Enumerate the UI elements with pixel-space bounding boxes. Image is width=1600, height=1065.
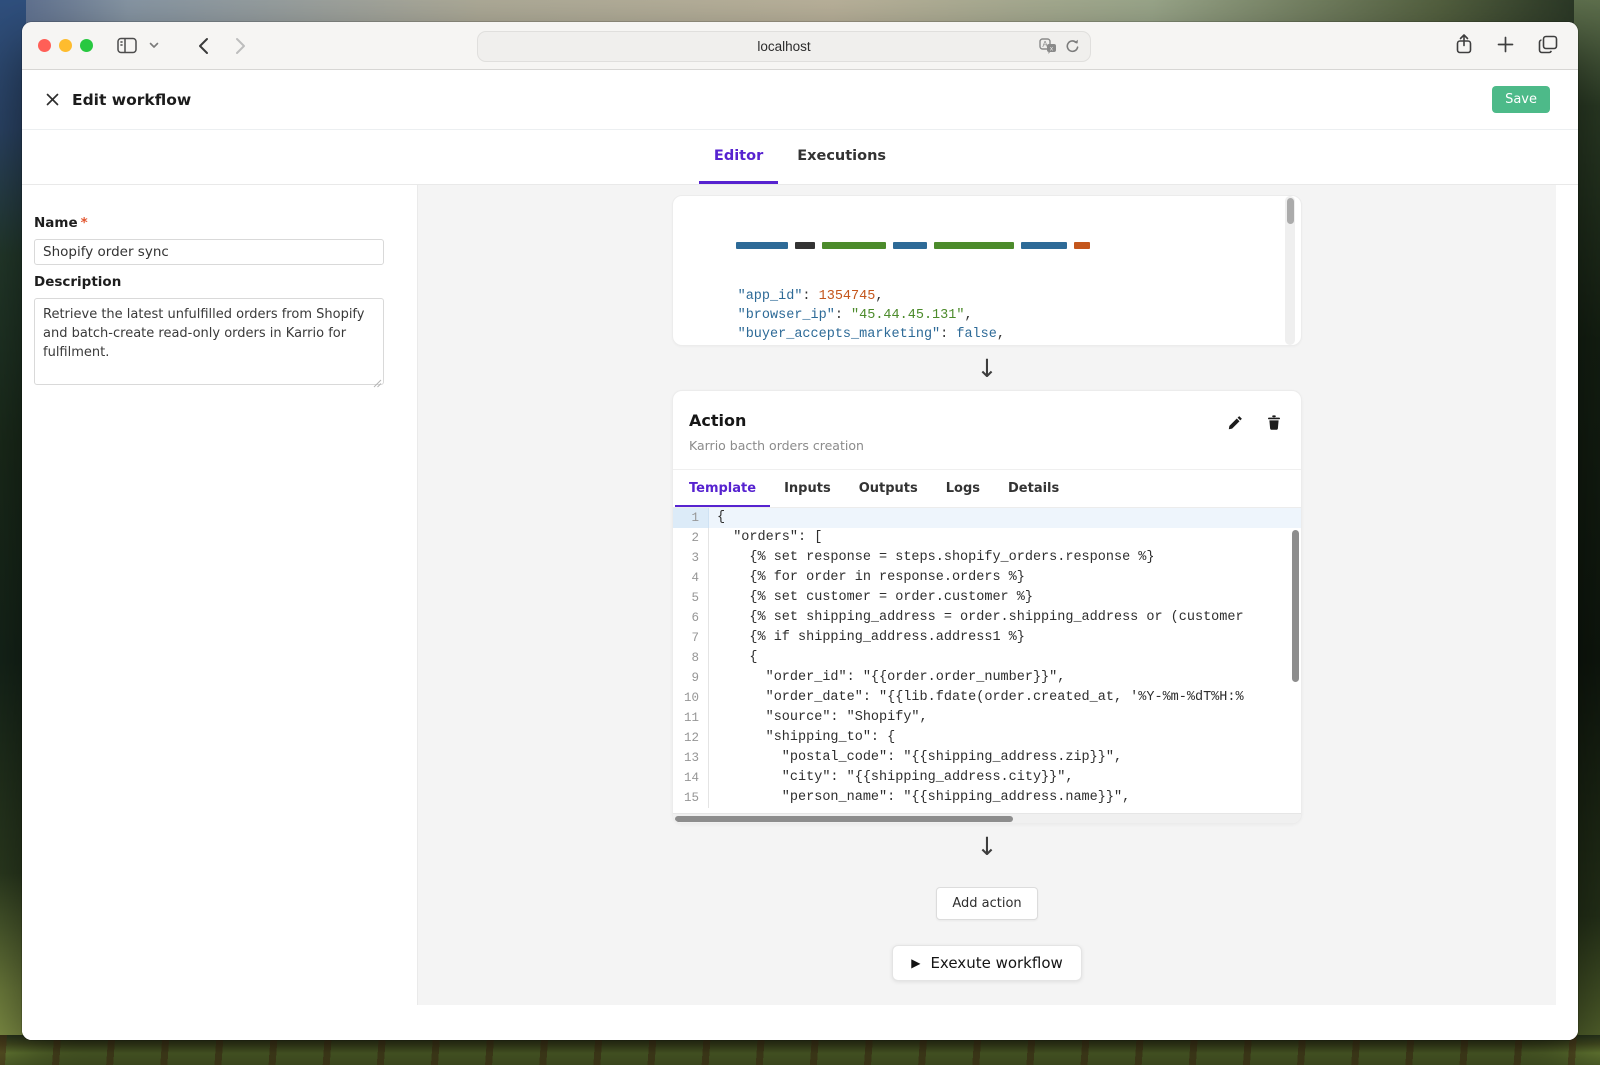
workflow-form-panel: Name* Description Retrieve the latest un… (22, 185, 417, 1005)
page-tabs: Editor Executions (22, 130, 1578, 185)
editor-code-line[interactable]: 10 "order_date": "{{lib.fdate(order.crea… (673, 688, 1301, 708)
sidebar-chevron-down-icon[interactable] (143, 31, 165, 61)
editor-line-number: 10 (673, 688, 709, 708)
editor-code-line[interactable]: 2 "orders": [ (673, 528, 1301, 548)
close-workflow-icon[interactable] (38, 86, 66, 114)
editor-line-number: 3 (673, 548, 709, 568)
editor-code-line[interactable]: 7 {% if shipping_address.address1 %} (673, 628, 1301, 648)
edit-action-icon[interactable] (1226, 413, 1244, 431)
trigger-response-card[interactable]: "app_id": 1354745, "browser_ip": "45.44.… (672, 195, 1302, 346)
share-icon[interactable] (1455, 33, 1473, 59)
sidebar-toggle-icon[interactable] (111, 31, 143, 61)
response-code-line: "buyer_accepts_marketing": false, (689, 325, 1301, 344)
editor-line-number: 2 (673, 528, 709, 548)
action-card-header: Action Karrio bacth orders creation (673, 391, 1301, 469)
delete-action-icon[interactable] (1265, 413, 1283, 431)
editor-line-number: 11 (673, 708, 709, 728)
editor-line-number: 14 (673, 768, 709, 788)
action-tab-details[interactable]: Details (994, 470, 1073, 507)
editor-code-line[interactable]: 8 { (673, 648, 1301, 668)
minimize-window-button[interactable] (59, 39, 72, 52)
browser-toolbar: localhost Ax (22, 22, 1578, 70)
browser-window: localhost Ax (22, 22, 1578, 1040)
workflow-canvas: "app_id": 1354745, "browser_ip": "45.44.… (417, 185, 1556, 1005)
add-action-button[interactable]: Add action (936, 887, 1037, 920)
action-tab-logs[interactable]: Logs (932, 470, 994, 507)
editor-code-line[interactable]: 3 {% set response = steps.shopify_orders… (673, 548, 1301, 568)
flow-arrow-down-icon: ↓ (977, 824, 998, 868)
address-bar-url: localhost (757, 39, 810, 54)
editor-code-line[interactable]: 11 "source": "Shopify", (673, 708, 1301, 728)
editor-line-number: 7 (673, 628, 709, 648)
workflow-header: Edit workflow Save (22, 70, 1578, 130)
response-code-line: "browser_ip": "45.44.45.131", (689, 306, 1301, 325)
editor-code-line[interactable]: 12 "shipping_to": { (673, 728, 1301, 748)
description-textarea[interactable]: Retrieve the latest unfulfilled orders f… (34, 298, 384, 385)
editor-line-number: 13 (673, 748, 709, 768)
tab-overview-icon[interactable] (1538, 35, 1558, 58)
page-title: Edit workflow (72, 91, 191, 109)
traffic-lights (38, 39, 93, 52)
address-bar[interactable]: localhost Ax (477, 31, 1091, 62)
textarea-resize-handle[interactable] (373, 373, 382, 382)
desktop-wallpaper: localhost Ax (0, 0, 1600, 1065)
editor-main: Name* Description Retrieve the latest un… (22, 185, 1578, 1040)
editor-line-number: 5 (673, 588, 709, 608)
editor-code-line[interactable]: 14 "city": "{{shipping_address.city}}", (673, 768, 1301, 788)
tab-executions[interactable]: Executions (782, 130, 901, 184)
action-tab-template[interactable]: Template (675, 470, 770, 507)
editor-line-number: 8 (673, 648, 709, 668)
editor-line-number: 12 (673, 728, 709, 748)
editor-line-number: 1 (673, 508, 709, 528)
flow-arrow-down-icon: ↓ (977, 346, 998, 390)
editor-code-line[interactable]: 4 {% for order in response.orders %} (673, 568, 1301, 588)
workflow-app: Edit workflow Save Editor Executions Nam… (22, 70, 1578, 1040)
action-tab-inputs[interactable]: Inputs (770, 470, 845, 507)
back-button-icon[interactable] (191, 31, 215, 61)
action-tab-outputs[interactable]: Outputs (845, 470, 932, 507)
editor-code-line[interactable]: 9 "order_id": "{{order.order_number}}", (673, 668, 1301, 688)
reload-icon[interactable] (1065, 39, 1080, 57)
name-input[interactable] (34, 239, 384, 265)
editor-vertical-scrollbar[interactable] (1292, 530, 1299, 682)
editor-code-line[interactable]: 5 {% set customer = order.customer %} (673, 588, 1301, 608)
new-tab-icon[interactable] (1497, 36, 1514, 57)
template-code-editor[interactable]: 1{2 "orders": [3 {% set response = steps… (673, 508, 1301, 813)
action-subtitle: Karrio bacth orders creation (689, 438, 1285, 453)
editor-line-number: 15 (673, 788, 709, 808)
response-code-line: "app_id": 1354745, (689, 287, 1301, 306)
name-label: Name* (34, 215, 405, 231)
response-scrollbar[interactable] (1285, 196, 1295, 345)
description-label: Description (34, 274, 405, 290)
translate-icon[interactable]: Ax (1039, 38, 1057, 57)
close-window-button[interactable] (38, 39, 51, 52)
zoom-window-button[interactable] (80, 39, 93, 52)
response-json-preview: "app_id": 1354745, "browser_ip": "45.44.… (673, 196, 1301, 346)
editor-code-line[interactable]: 13 "postal_code": "{{shipping_address.zi… (673, 748, 1301, 768)
execute-workflow-label: Exexute workflow (930, 954, 1062, 972)
execute-workflow-button[interactable]: ▶ Exexute workflow (892, 945, 1082, 981)
editor-line-number: 9 (673, 668, 709, 688)
response-code-line: "checkout_id": 23713422114897, (689, 344, 1301, 346)
action-title: Action (689, 411, 1285, 430)
play-icon: ▶ (911, 956, 920, 970)
clipped-code-line (689, 236, 1301, 249)
action-tabs: TemplateInputsOutputsLogsDetails (673, 469, 1301, 508)
action-card: Action Karrio bacth orders creation (672, 390, 1302, 824)
tab-editor[interactable]: Editor (699, 130, 778, 184)
editor-horizontal-scrollbar[interactable] (673, 813, 1301, 823)
editor-line-number: 6 (673, 608, 709, 628)
required-asterisk: * (81, 215, 88, 231)
editor-code-line[interactable]: 15 "person_name": "{{shipping_address.na… (673, 788, 1301, 808)
editor-code-line[interactable]: 1{ (673, 508, 1301, 528)
editor-line-number: 4 (673, 568, 709, 588)
editor-code-line[interactable]: 6 {% set shipping_address = order.shippi… (673, 608, 1301, 628)
forward-button-icon[interactable] (229, 31, 253, 61)
save-button[interactable]: Save (1492, 86, 1550, 113)
